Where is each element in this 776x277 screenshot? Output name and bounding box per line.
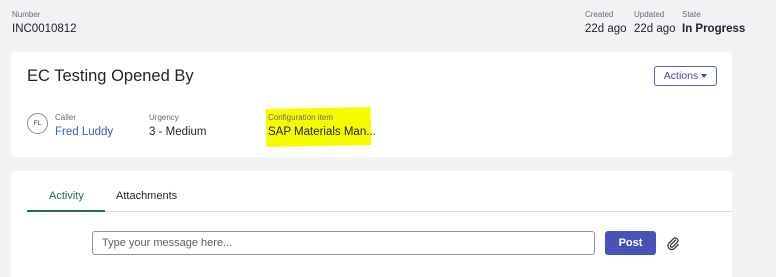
updated-label: Updated	[634, 10, 665, 19]
created-label: Created	[585, 10, 614, 19]
record-number: Number INC0010812	[12, 10, 77, 36]
paperclip-icon[interactable]	[666, 236, 680, 250]
state-value: In Progress	[682, 23, 746, 35]
config-item-value[interactable]: SAP Materials Man...	[268, 125, 376, 139]
avatar: FL	[27, 113, 48, 134]
updated-value: 22d ago	[634, 23, 676, 35]
record-title: EC Testing Opened By	[27, 67, 194, 85]
actions-button[interactable]: Actions	[654, 66, 717, 86]
caret-down-icon	[701, 74, 708, 78]
state-label: State	[682, 10, 701, 19]
created-value: 22d ago	[585, 23, 627, 35]
caller-field: Caller Fred Luddy	[55, 113, 113, 139]
number-value: INC0010812	[12, 23, 77, 35]
caller-label: Caller	[55, 113, 76, 122]
message-input[interactable]	[92, 231, 595, 255]
actions-label: Actions	[663, 70, 699, 82]
tab-attachments[interactable]: Attachments	[116, 190, 177, 202]
post-button[interactable]: Post	[605, 231, 656, 255]
created-meta: Created 22d ago	[585, 10, 627, 36]
number-label: Number	[12, 10, 41, 19]
record-card: EC Testing Opened By Actions FL Caller F…	[11, 52, 732, 157]
tab-activity[interactable]: Activity	[49, 190, 84, 202]
urgency-field: Urgency 3 - Medium	[149, 113, 207, 139]
urgency-label: Urgency	[149, 113, 179, 122]
activity-card: Activity Attachments Post	[11, 171, 732, 277]
urgency-value: 3 - Medium	[149, 126, 207, 138]
active-tab-indicator	[27, 210, 105, 212]
updated-meta: Updated 22d ago	[634, 10, 676, 36]
caller-link[interactable]: Fred Luddy	[55, 125, 113, 139]
config-item-field: Configuration item SAP Materials Man...	[268, 113, 376, 139]
tab-divider	[27, 211, 732, 212]
config-item-label: Configuration item	[268, 113, 333, 122]
state-meta: State In Progress	[682, 10, 745, 36]
